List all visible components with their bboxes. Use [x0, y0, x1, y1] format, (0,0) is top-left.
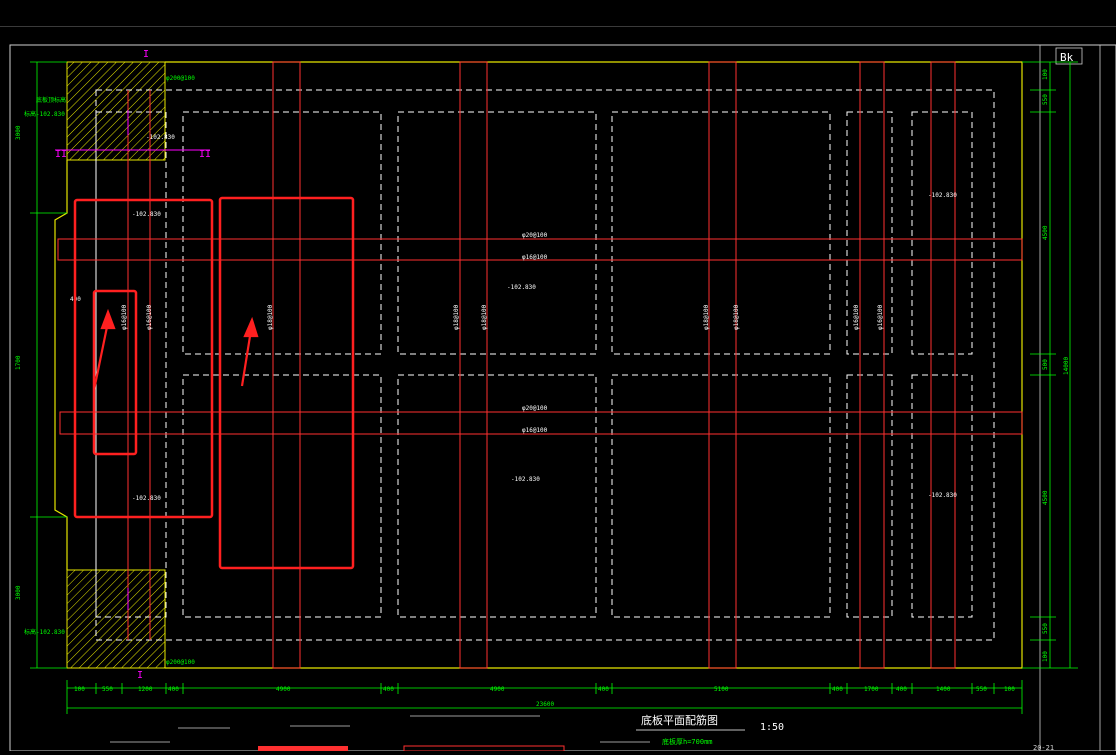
section-II-right: II [199, 149, 211, 160]
annotation-box [218, 196, 355, 570]
bottom-dim-label: 1400 [936, 686, 951, 693]
detail-rebar [258, 746, 348, 751]
right-dim-label: 550 [1042, 623, 1049, 634]
cad-canvas[interactable]: Bk I I II II φ20@100 φ16@100 φ20@100 φ16… [0, 27, 1116, 752]
annotation-box [92, 289, 138, 456]
bottom-dim-label: 100 [74, 686, 85, 693]
sheet-frame [9, 44, 1116, 752]
bottom-dim-label: 4900 [276, 686, 291, 693]
right-dim-label: 4500 [1042, 225, 1049, 240]
dashed-boundary [95, 89, 995, 641]
rebar-label: φ20@100 [522, 405, 548, 412]
slab-outline [165, 61, 1023, 669]
elevation-tag: -102.830 [507, 284, 536, 291]
vertical-rebar-strips [127, 61, 956, 669]
elevation-tag: -102.830 [132, 211, 161, 218]
elevation-tag: -102.830 [132, 495, 161, 502]
rebar-label: φ18@100 [733, 304, 740, 330]
right-dim-label: 100 [1042, 651, 1049, 662]
drawing-svg[interactable]: Bk I I II II φ20@100 φ16@100 φ20@100 φ16… [0, 27, 1116, 752]
rebar-label: φ16@100 [522, 254, 548, 261]
bottom-dim-label: 400 [383, 686, 394, 693]
top-toolbar [0, 0, 1116, 27]
bottom-dim-label: 100 [1004, 686, 1015, 693]
bottom-dim-label: 400 [598, 686, 609, 693]
elevation-tag: -102.830 [928, 192, 957, 199]
corner-note: φ200@100 [166, 75, 195, 82]
elevation-tag: -102.830 [511, 476, 540, 483]
bottom-dim-label: 400 [896, 686, 907, 693]
left-note: 标高-102.830 [24, 110, 65, 118]
section-marks [55, 110, 210, 610]
drawing-scale: 1:50 [760, 722, 784, 733]
rebar-label: φ16@100 [853, 304, 860, 330]
bottom-dim-label: 400 [832, 686, 843, 693]
rebar-label: φ16@100 [522, 427, 548, 434]
bottom-dimension [66, 680, 1023, 714]
section-I-top: I [143, 49, 149, 60]
elevation-tag: -102.830 [928, 492, 957, 499]
rebar-label: φ18@100 [267, 304, 274, 330]
arrow-head [243, 316, 259, 338]
arrow-head [100, 308, 116, 330]
left-note: 标高-102.830 [24, 628, 65, 636]
bottom-dim-label: 1200 [138, 686, 153, 693]
left-dim-label: 3000 [15, 125, 22, 140]
bottom-dim-label: 550 [976, 686, 987, 693]
left-note: 底板顶标高 [36, 96, 66, 104]
section-I-bottom: I [137, 670, 143, 681]
rebar-label: φ16@100 [146, 304, 153, 330]
bottom-dim-label: 550 [102, 686, 113, 693]
rebar-label: φ16@100 [121, 304, 128, 330]
left-dim-label: 3000 [15, 585, 22, 600]
thickness-note: 底板厚h=700mm [662, 737, 713, 746]
rebar-label: φ20@100 [522, 232, 548, 239]
rebar-label: φ18@100 [481, 304, 488, 330]
overall-height: 14000 [1063, 357, 1070, 375]
overall-width: 23600 [536, 701, 554, 708]
rebar-label: φ16@100 [877, 304, 884, 330]
elevation-tag: -102.830 [146, 134, 175, 141]
right-dim-label: 4500 [1042, 490, 1049, 505]
bottom-dim-label: 5100 [714, 686, 729, 693]
bottom-dim-label: 1700 [864, 686, 879, 693]
sheet-number: 20-21 [1033, 744, 1054, 751]
right-dim-label: 100 [1042, 69, 1049, 80]
drawing-title: 底板平面配筋图 [641, 713, 718, 727]
annotation-arrows [92, 308, 259, 391]
bottom-dim-label: 4900 [490, 686, 505, 693]
rebar-label: φ18@100 [703, 304, 710, 330]
detail-rebar [403, 745, 565, 752]
corner-note: φ200@100 [166, 659, 195, 666]
left-dim-label: 1700 [15, 355, 22, 370]
arrow-shaft [240, 329, 253, 387]
bottom-dim-label: 400 [168, 686, 179, 693]
slab-outline-left [54, 160, 68, 570]
right-dim-label: 500 [1042, 359, 1049, 370]
right-dim-label: 550 [1042, 94, 1049, 105]
annotation-boxes [73, 196, 355, 570]
dashed-panels [95, 111, 973, 618]
detail-strip [110, 715, 650, 743]
section-II-left: II [55, 149, 67, 160]
rebar-label: φ18@100 [453, 304, 460, 330]
